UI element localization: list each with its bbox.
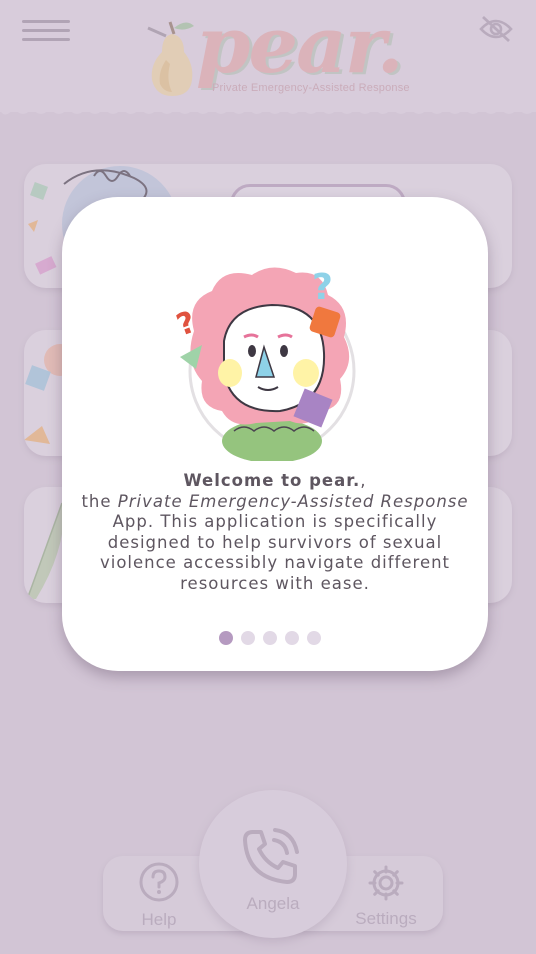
page-dot-3[interactable] bbox=[263, 631, 277, 645]
welcome-text-body: App. This application is specifically de… bbox=[99, 512, 451, 593]
app-full-name: Private Emergency-Assisted Response bbox=[117, 491, 469, 511]
welcome-text-start: the bbox=[81, 491, 118, 511]
page-dot-1[interactable] bbox=[219, 631, 233, 645]
welcome-character-illustration: ? ? bbox=[172, 267, 356, 461]
page-dot-2[interactable] bbox=[241, 631, 255, 645]
page-dot-5[interactable] bbox=[307, 631, 321, 645]
page-indicator bbox=[219, 631, 329, 645]
onboarding-modal: ? ? Welcome to pear., the Private Emerge… bbox=[62, 197, 488, 671]
welcome-title: Welcome to pear. bbox=[183, 471, 361, 490]
welcome-message: Welcome to pear., the Private Emergency-… bbox=[81, 471, 469, 593]
svg-text:?: ? bbox=[312, 267, 333, 308]
page-dot-4[interactable] bbox=[285, 631, 299, 645]
